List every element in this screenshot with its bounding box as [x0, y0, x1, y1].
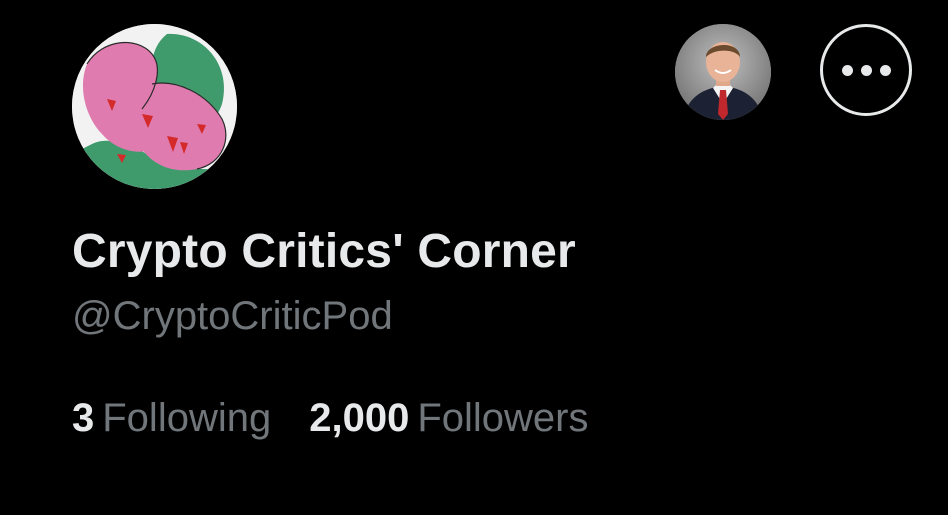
profile-avatar[interactable]: [72, 24, 237, 189]
followed-by-avatar[interactable]: [675, 24, 771, 120]
dot: [879, 64, 891, 76]
following-count: 3: [72, 396, 95, 440]
display-name: Crypto Critics' Corner: [72, 225, 576, 278]
profile-stats: 3 Following 2,000 Followers: [72, 396, 588, 441]
more-options-button[interactable]: [820, 24, 912, 116]
following-label: Following: [102, 396, 272, 440]
username-handle: @CryptoCriticPod: [72, 294, 393, 338]
more-options-icon: [841, 64, 891, 76]
dot: [841, 64, 853, 76]
followers-count: 2,000: [309, 396, 410, 440]
dot: [860, 64, 872, 76]
following-link[interactable]: 3 Following: [72, 396, 271, 441]
profile-avatar-icon: [72, 24, 237, 189]
followers-link[interactable]: 2,000 Followers: [309, 396, 588, 441]
followed-by-avatar-icon: [675, 24, 771, 120]
followers-label: Followers: [417, 396, 589, 440]
